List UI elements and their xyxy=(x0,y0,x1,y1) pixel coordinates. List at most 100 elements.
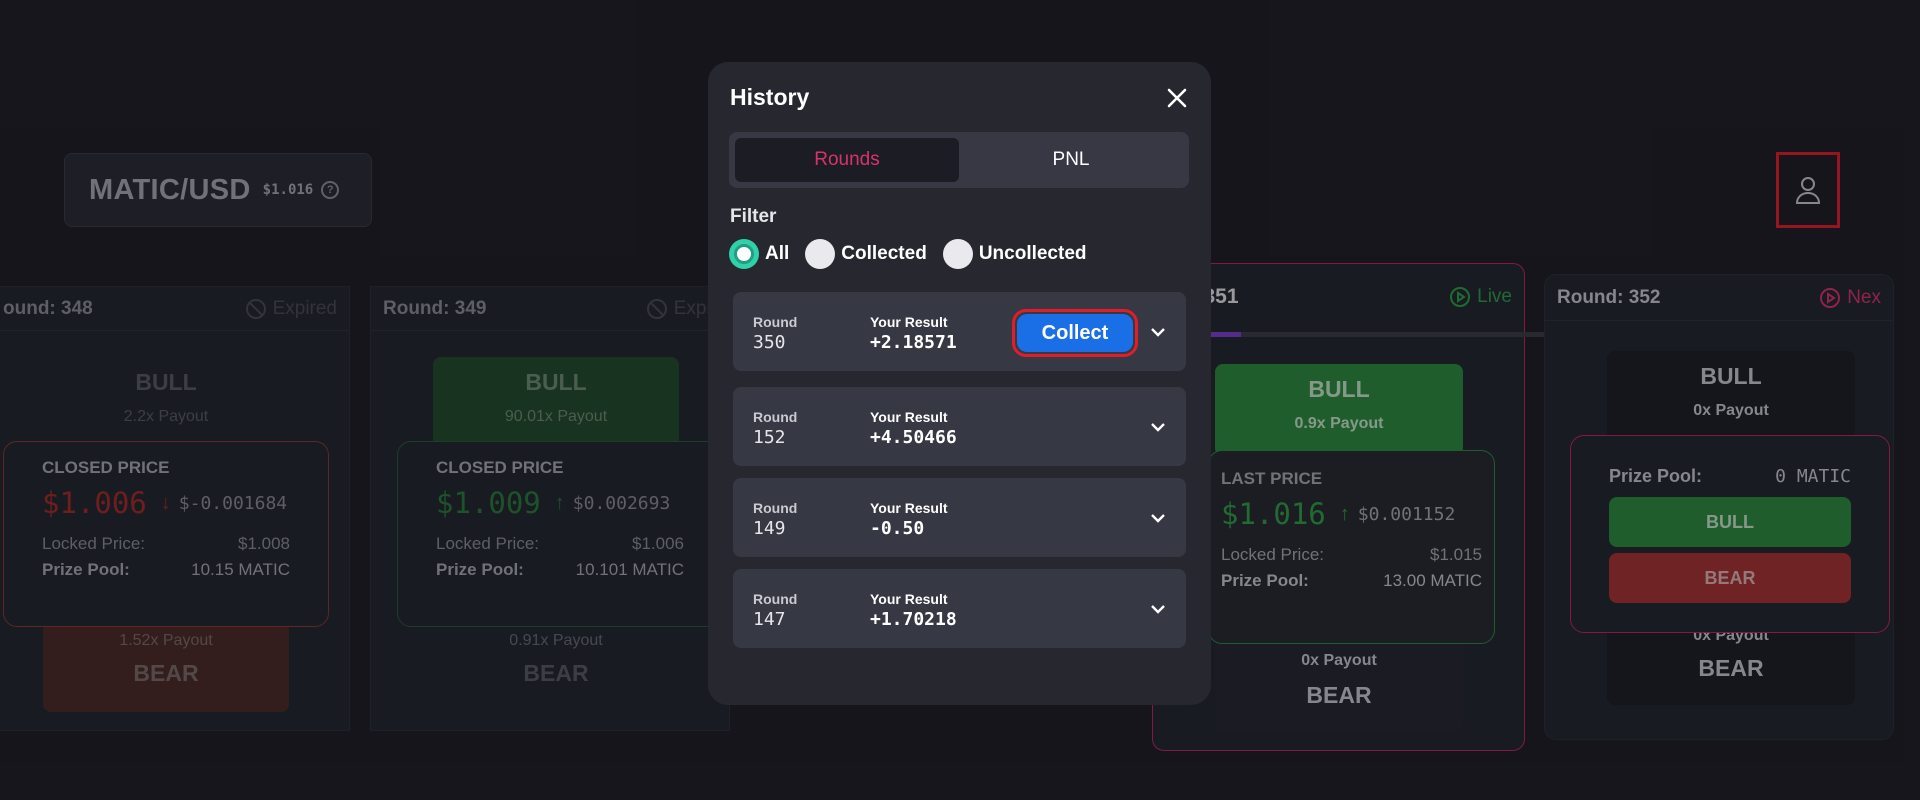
result-label: Your Result xyxy=(870,409,948,425)
panel-title: LAST PRICE xyxy=(1221,469,1323,488)
bull-block: BULL 0.9x Payout xyxy=(1215,364,1463,456)
user-account-button[interactable] xyxy=(1776,152,1840,228)
panel-title: CLOSED PRICE xyxy=(42,458,170,477)
round-card-349: Round: 349 Expir BULL 90.01x Payout 0.91… xyxy=(370,286,730,731)
market-header: MATIC/USD $1.016 ? xyxy=(64,153,372,227)
bull-block: BULL 90.01x Payout xyxy=(433,357,679,447)
filter-all[interactable]: All xyxy=(729,239,789,269)
bear-block: 1.52x Payout BEAR xyxy=(43,622,289,712)
modal-title: History xyxy=(730,84,810,110)
bull-label: BULL xyxy=(1700,363,1762,389)
chevron-down-icon[interactable] xyxy=(1148,599,1168,619)
user-icon xyxy=(1795,177,1821,204)
filter-all-label: All xyxy=(765,243,790,264)
filter-collected-label: Collected xyxy=(841,243,927,264)
prize-pool-label: Prize Pool: xyxy=(42,560,130,579)
history-row[interactable]: Round 350 Your Result +2.18571 Collect xyxy=(733,292,1186,371)
status-expired: Expir xyxy=(646,298,717,320)
prize-pool-label: Prize Pool: xyxy=(436,560,524,579)
close-icon[interactable] xyxy=(1163,84,1191,112)
closed-price: $1.009 xyxy=(436,486,541,520)
bear-block: 0.91x Payout BEAR xyxy=(433,622,679,712)
bull-payout: 90.01x Payout xyxy=(504,408,608,425)
chevron-down-icon[interactable] xyxy=(1148,322,1168,342)
round-label: Round xyxy=(753,314,798,330)
status-expired: Expired xyxy=(245,298,337,320)
round-info-panel: CLOSED PRICE $1.006 ↓ $-0.001684 Locked … xyxy=(3,441,329,627)
round-value: 152 xyxy=(753,427,786,448)
round-value: 350 xyxy=(753,332,786,353)
history-row[interactable]: Round 147 Your Result +1.70218 xyxy=(733,569,1186,648)
block-icon xyxy=(646,298,667,319)
filter-uncollected[interactable]: Uncollected xyxy=(942,239,1087,269)
filter-collected[interactable]: Collected xyxy=(805,239,927,269)
bear-label: BEAR xyxy=(133,660,199,686)
price-delta: $0.001152 xyxy=(1357,503,1456,525)
bull-label: BULL xyxy=(1308,376,1370,402)
result-label: Your Result xyxy=(870,314,948,330)
block-icon xyxy=(245,298,266,319)
radio-icon xyxy=(942,239,973,269)
status-label: Live xyxy=(1477,286,1512,307)
status-label: Expired xyxy=(272,297,337,319)
round-info-panel: CLOSED PRICE $1.009 ↑ $0.002693 Locked P… xyxy=(397,441,723,627)
collect-button[interactable]: Collect xyxy=(1012,309,1138,357)
round-label: Round xyxy=(753,500,798,516)
history-modal: History Rounds PNL Filter All Collected … xyxy=(708,62,1211,705)
status-next: Nex xyxy=(1819,287,1881,309)
round-card-header: Round: 352 Nex xyxy=(1545,275,1893,321)
prize-pool-value: 0 MATIC xyxy=(1775,466,1851,487)
round-card-header: ound: 348 Expired xyxy=(0,287,349,331)
round-label: Round xyxy=(753,591,798,607)
bear-payout: 1.52x Payout xyxy=(119,632,213,649)
bull-label: BULL xyxy=(135,369,197,395)
radio-icon xyxy=(805,239,836,269)
round-number: Round: 352 xyxy=(1557,286,1661,308)
progress-bar xyxy=(1211,332,1584,337)
bull-payout: 0.9x Payout xyxy=(1294,415,1384,432)
enter-bear-button[interactable]: BEAR xyxy=(1609,553,1851,603)
locked-price-value: $1.008 xyxy=(238,534,290,553)
bear-label: BEAR xyxy=(1306,682,1372,708)
round-value: 149 xyxy=(753,518,786,539)
filter-label: Filter xyxy=(730,206,777,227)
bear-label: BEAR xyxy=(523,660,589,686)
bull-payout: 0x Payout xyxy=(1693,402,1769,419)
result-label: Your Result xyxy=(870,500,948,516)
prize-pool-label: Prize Pool: xyxy=(1609,466,1703,486)
bull-block: BULL 0x Payout xyxy=(1607,351,1855,441)
locked-price-label: Locked Price: xyxy=(1221,545,1324,564)
tab-rounds[interactable]: Rounds xyxy=(735,138,959,182)
history-row[interactable]: Round 152 Your Result +4.50466 xyxy=(733,387,1186,466)
collect-label: Collect xyxy=(1017,314,1133,352)
bear-block: 0x Payout BEAR xyxy=(1215,638,1463,732)
closed-price: $1.006 xyxy=(42,486,147,520)
prize-pool-label: Prize Pool: xyxy=(1221,571,1309,590)
result-value: +2.18571 xyxy=(870,332,957,353)
locked-price-label: Locked Price: xyxy=(42,534,145,553)
play-circle-icon xyxy=(1820,287,1841,308)
play-circle-icon xyxy=(1450,287,1471,307)
prize-pool-value: 10.101 MATIC xyxy=(575,560,684,579)
result-label: Your Result xyxy=(870,591,948,607)
round-number: Round: 349 xyxy=(383,297,487,319)
question-circle-icon[interactable]: ? xyxy=(321,181,340,199)
enter-bull-button[interactable]: BULL xyxy=(1609,497,1851,547)
round-card-header: Round: 349 Expir xyxy=(371,287,729,331)
round-number: ound: 348 xyxy=(3,297,93,319)
locked-price-value: $1.006 xyxy=(632,534,684,553)
filter-uncollected-label: Uncollected xyxy=(978,243,1087,264)
tab-pnl[interactable]: PNL xyxy=(959,138,1183,182)
bull-block: BULL 2.2x Payout xyxy=(43,357,289,447)
chevron-down-icon[interactable] xyxy=(1148,508,1168,528)
last-price: $1.016 xyxy=(1221,497,1326,531)
round-label: Round xyxy=(753,409,798,425)
round-card-352: Round: 352 Nex BULL 0x Payout 0x Payout … xyxy=(1544,274,1894,740)
history-tabs: Rounds PNL xyxy=(729,132,1189,188)
locked-price-label: Locked Price: xyxy=(436,534,539,553)
status-live: Live xyxy=(1449,286,1512,308)
history-row[interactable]: Round 149 Your Result -0.50 xyxy=(733,478,1186,557)
panel-title: CLOSED PRICE xyxy=(436,458,564,477)
chevron-down-icon[interactable] xyxy=(1148,417,1168,437)
bear-label: BEAR xyxy=(1698,655,1764,681)
